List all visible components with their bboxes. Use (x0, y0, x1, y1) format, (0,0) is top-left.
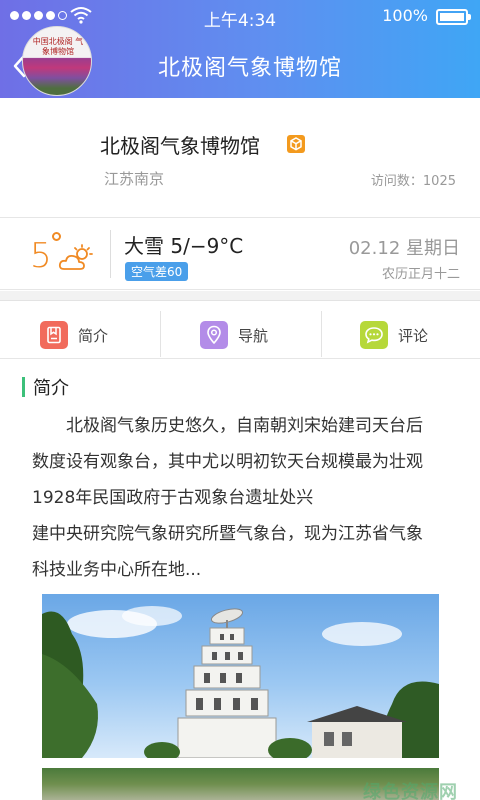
intro-line: 科技业务中心所在地... (32, 560, 202, 580)
tab-comments[interactable]: 评论 (320, 311, 480, 359)
intro-line: 1928年民国政府于古观象台遗址处兴 (32, 488, 314, 508)
battery-icon (436, 9, 471, 25)
weather-divider (110, 230, 111, 278)
degree-symbol (52, 232, 61, 241)
tab-comments-label: 评论 (398, 326, 429, 345)
museum-name: 北极阁气象博物馆 (100, 134, 260, 158)
museum-location: 江苏南京 (104, 170, 165, 188)
observatory-tower-illustration (42, 606, 439, 758)
tab-divider (321, 311, 322, 357)
avatar-logo-text: 中国北极阁 气象博物馆 (32, 37, 84, 56)
tab-bar: 简介 导航 评论 (0, 311, 480, 359)
weather-condition: 大雪 5/−9°C (124, 234, 244, 258)
tab-navigation[interactable]: 导航 (160, 311, 320, 359)
weather-date: 02.12 星期日 (348, 238, 460, 259)
intro-line: 建中央研究院气象研究所暨气象台，现为江苏省气象 (32, 524, 423, 544)
intro-text: 北极阁气象历史悠久，自南朝刘宋始建司天台后 数度设有观象台，其中尤以明初钦天台规… (32, 408, 452, 588)
section-accent-bar (22, 377, 25, 397)
museum-photo[interactable] (42, 594, 439, 758)
intro-line: 数度设有观象台，其中尤以明初钦天台规模最为壮观 (32, 452, 423, 472)
section-title: 简介 (33, 378, 69, 399)
air-quality-badge: 空气差60 (125, 262, 189, 281)
battery-percentage: 100% (382, 6, 428, 25)
lunar-date: 农历正月十二 (381, 267, 460, 282)
tab-navigation-label: 导航 (238, 326, 269, 345)
partly-cloudy-icon (58, 244, 93, 270)
location-pin-icon (200, 321, 228, 349)
tab-divider (160, 311, 161, 357)
chat-bubble-icon (360, 321, 388, 349)
watermark-text: 绿色资源网 (363, 782, 458, 800)
museum-avatar[interactable]: 中国北极阁 气象博物馆 (22, 26, 92, 96)
tab-intro[interactable]: 简介 (0, 311, 160, 359)
intro-line: 北极阁气象历史悠久，自南朝刘宋始建司天台后 (66, 416, 423, 436)
bookmark-icon (40, 321, 68, 349)
verified-badge-icon (287, 135, 305, 153)
current-temperature: 5 (30, 236, 52, 276)
section-gap (0, 291, 480, 301)
visit-count: 访问数：1025 (370, 174, 456, 189)
tab-intro-label: 简介 (78, 326, 109, 345)
